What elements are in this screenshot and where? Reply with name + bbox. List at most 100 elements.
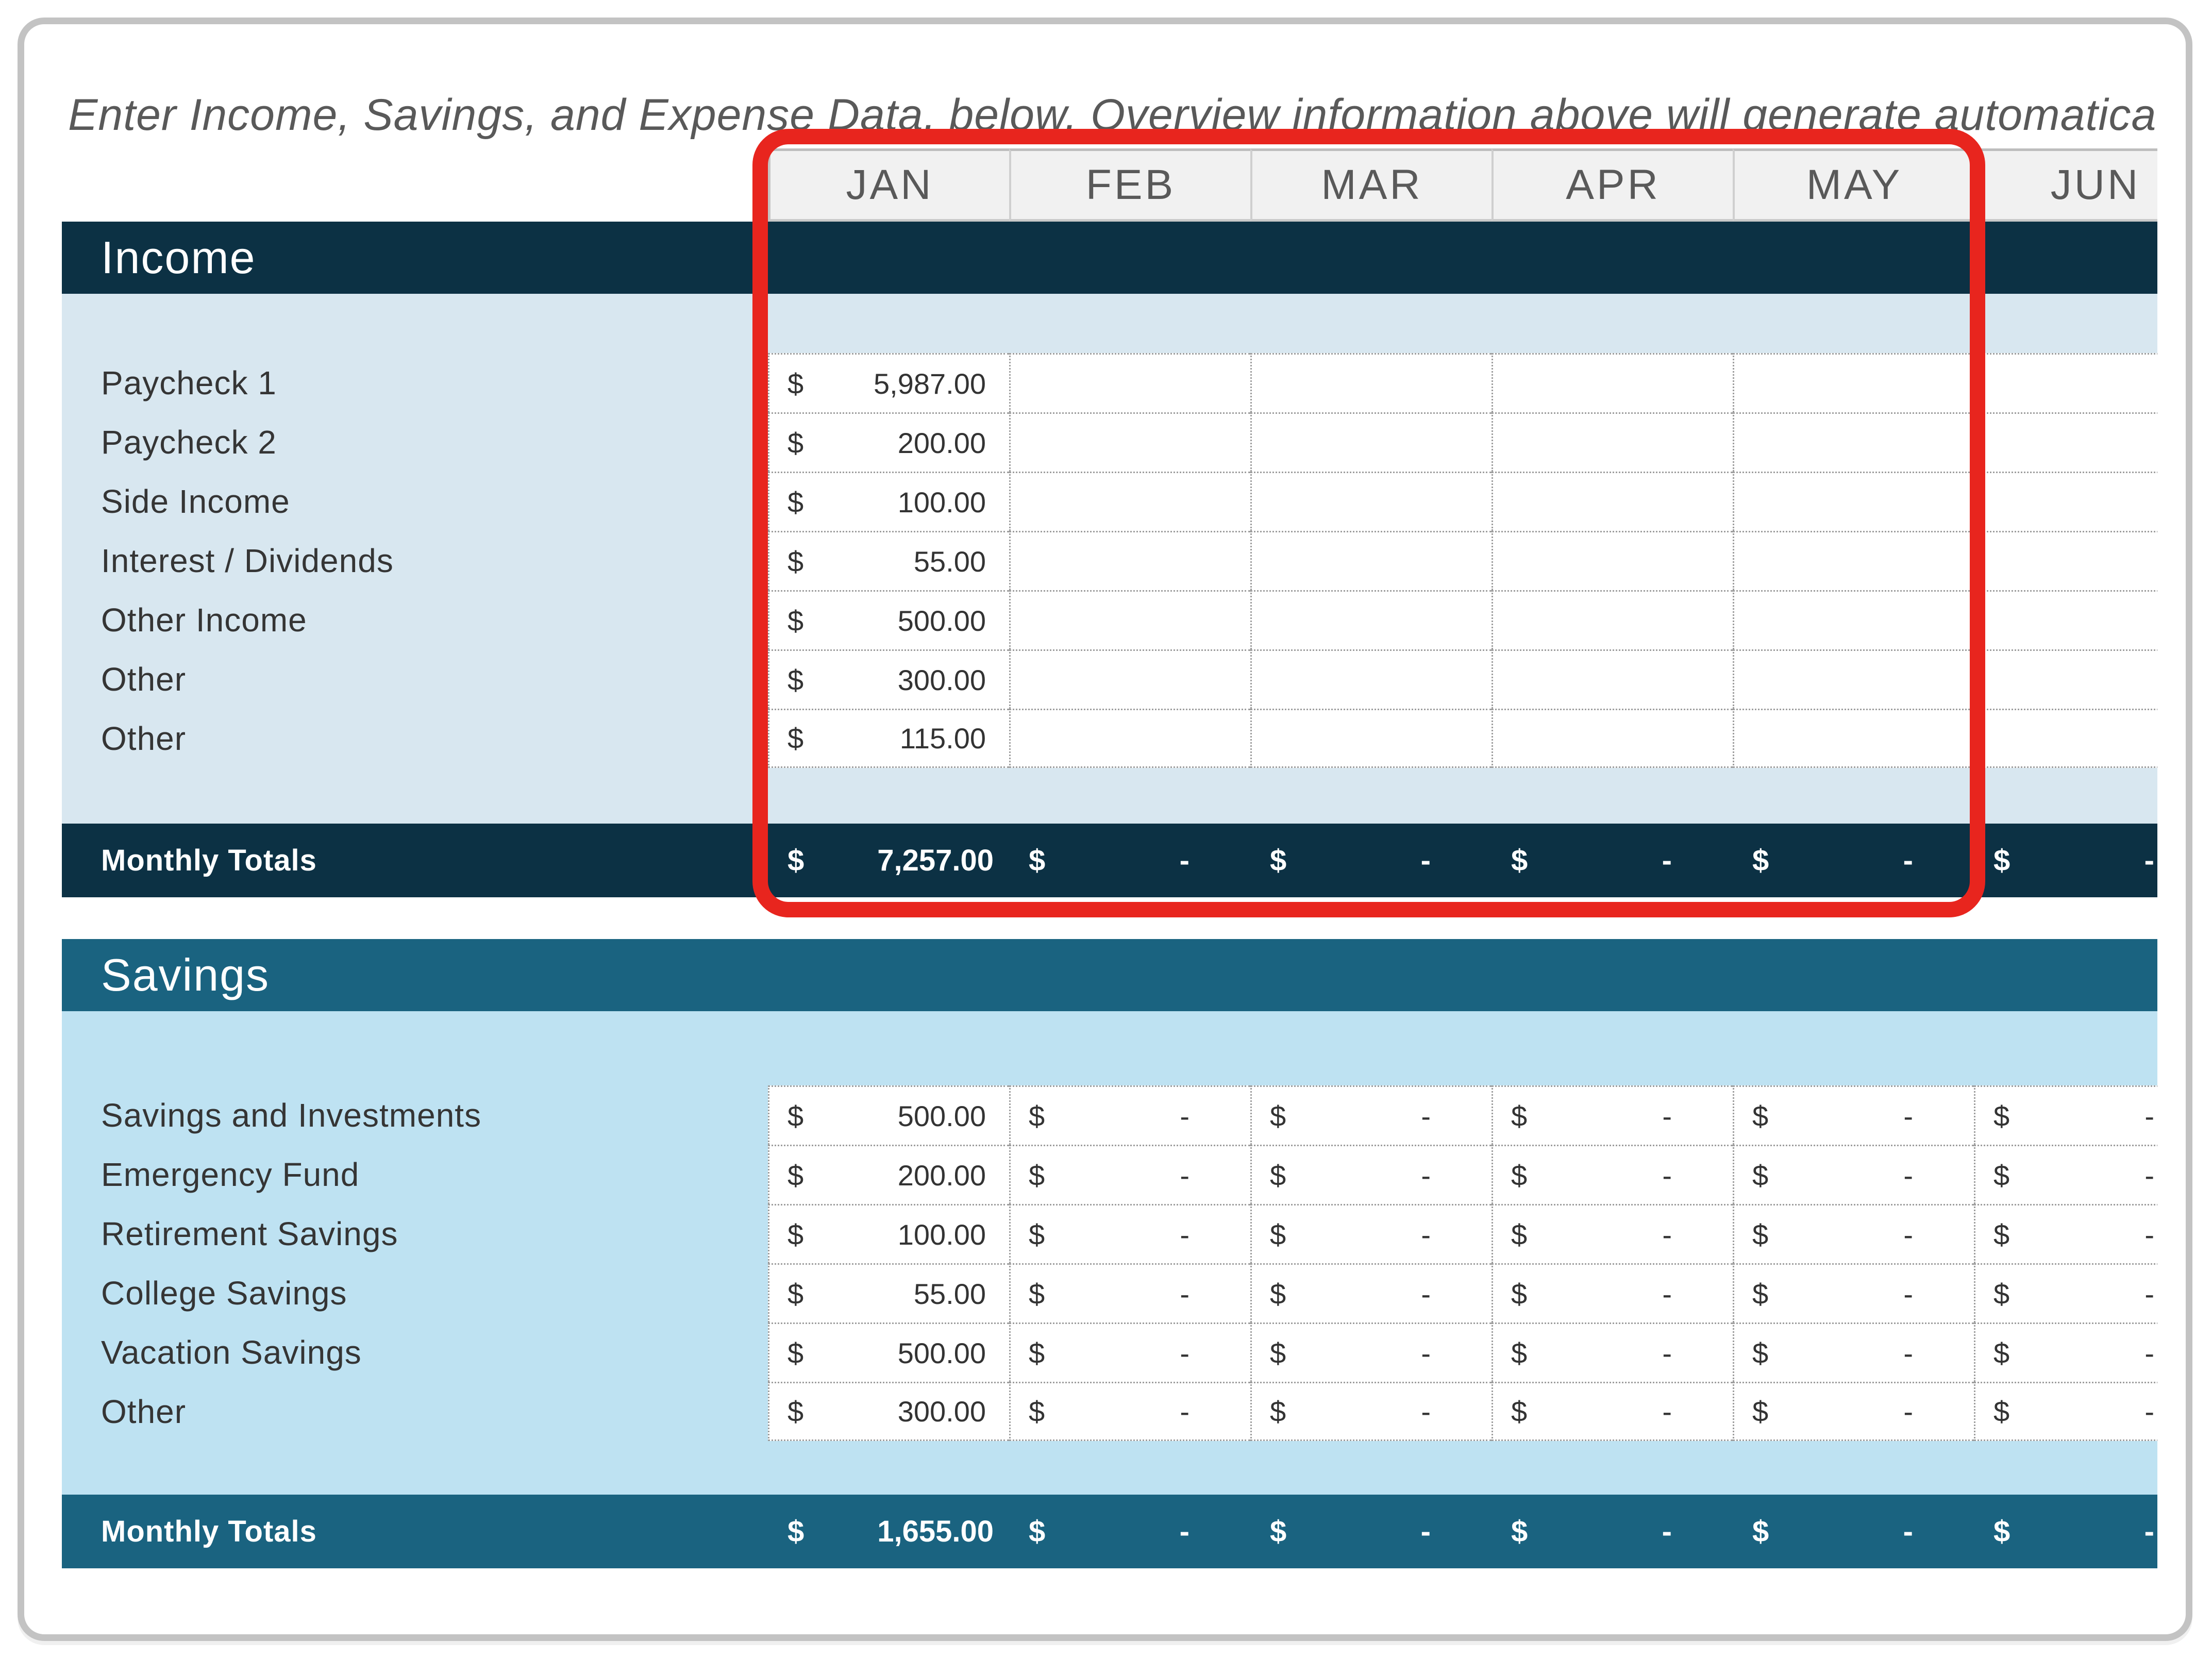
month-header-may[interactable]: MAY	[1733, 148, 1974, 222]
income-row-label[interactable]: Other	[62, 709, 768, 768]
savings-cell-jun[interactable]: $-	[1974, 1322, 2157, 1382]
savings-cell-feb[interactable]: $-	[1009, 1263, 1250, 1322]
month-header-jun[interactable]: JUN	[1974, 148, 2157, 222]
savings-row-label[interactable]: Other	[62, 1382, 768, 1441]
income-cell-mar[interactable]	[1250, 531, 1492, 590]
savings-cell-mar[interactable]: $-	[1250, 1145, 1492, 1204]
savings-cell-jun[interactable]: $-	[1974, 1085, 2157, 1145]
income-cell-apr[interactable]	[1492, 649, 1733, 709]
savings-cell-apr[interactable]: $-	[1492, 1085, 1733, 1145]
savings-row-label[interactable]: Savings and Investments	[62, 1085, 768, 1145]
income-row-label[interactable]: Side Income	[62, 472, 768, 531]
savings-cell-mar[interactable]: $-	[1250, 1085, 1492, 1145]
income-row-label[interactable]: Other Income	[62, 590, 768, 649]
income-total-jun[interactable]: $-	[1974, 843, 2157, 878]
income-cell-may[interactable]	[1733, 353, 1974, 412]
income-cell-feb[interactable]	[1009, 353, 1250, 412]
income-cell-may[interactable]	[1733, 709, 1974, 768]
income-cell-may[interactable]	[1733, 590, 1974, 649]
income-cell-apr[interactable]	[1492, 531, 1733, 590]
income-cell-jun[interactable]	[1974, 590, 2157, 649]
savings-total-feb[interactable]: $-	[1009, 1514, 1250, 1549]
savings-cell-feb[interactable]: $-	[1009, 1382, 1250, 1441]
savings-row-label[interactable]: College Savings	[62, 1263, 768, 1322]
savings-cell-may[interactable]: $-	[1733, 1263, 1974, 1322]
savings-cell-feb[interactable]: $-	[1009, 1204, 1250, 1263]
savings-cell-feb[interactable]: $-	[1009, 1322, 1250, 1382]
savings-cell-may[interactable]: $-	[1733, 1322, 1974, 1382]
savings-cell-may[interactable]: $-	[1733, 1382, 1974, 1441]
income-cell-jun[interactable]	[1974, 472, 2157, 531]
income-total-apr[interactable]: $-	[1492, 843, 1733, 878]
income-cell-jan[interactable]: $200.00	[768, 412, 1009, 472]
savings-row-label[interactable]: Retirement Savings	[62, 1204, 768, 1263]
income-total-jan[interactable]: $7,257.00	[768, 843, 1009, 878]
income-cell-mar[interactable]	[1250, 709, 1492, 768]
month-header-feb[interactable]: FEB	[1009, 148, 1250, 222]
savings-cell-jun[interactable]: $-	[1974, 1145, 2157, 1204]
savings-cell-mar[interactable]: $-	[1250, 1204, 1492, 1263]
income-total-feb[interactable]: $-	[1009, 843, 1250, 878]
income-cell-feb[interactable]	[1009, 412, 1250, 472]
income-cell-jan[interactable]: $55.00	[768, 531, 1009, 590]
income-cell-feb[interactable]	[1009, 472, 1250, 531]
income-cell-jun[interactable]	[1974, 412, 2157, 472]
income-cell-feb[interactable]	[1009, 590, 1250, 649]
savings-cell-jan[interactable]: $200.00	[768, 1145, 1009, 1204]
month-header-apr[interactable]: APR	[1492, 148, 1733, 222]
savings-cell-apr[interactable]: $-	[1492, 1263, 1733, 1322]
savings-cell-jun[interactable]: $-	[1974, 1263, 2157, 1322]
savings-cell-apr[interactable]: $-	[1492, 1204, 1733, 1263]
income-cell-may[interactable]	[1733, 412, 1974, 472]
income-cell-mar[interactable]	[1250, 649, 1492, 709]
savings-cell-apr[interactable]: $-	[1492, 1145, 1733, 1204]
income-cell-mar[interactable]	[1250, 412, 1492, 472]
income-cell-feb[interactable]	[1009, 531, 1250, 590]
income-cell-jun[interactable]	[1974, 649, 2157, 709]
income-cell-jan[interactable]: $500.00	[768, 590, 1009, 649]
savings-total-apr[interactable]: $-	[1492, 1514, 1733, 1549]
savings-total-mar[interactable]: $-	[1250, 1514, 1492, 1549]
savings-cell-may[interactable]: $-	[1733, 1085, 1974, 1145]
income-cell-jan[interactable]: $300.00	[768, 649, 1009, 709]
savings-cell-jan[interactable]: $100.00	[768, 1204, 1009, 1263]
savings-cell-may[interactable]: $-	[1733, 1204, 1974, 1263]
income-row-label[interactable]: Paycheck 2	[62, 412, 768, 472]
savings-cell-jan[interactable]: $55.00	[768, 1263, 1009, 1322]
income-cell-mar[interactable]	[1250, 472, 1492, 531]
savings-cell-mar[interactable]: $-	[1250, 1322, 1492, 1382]
income-cell-jan[interactable]: $100.00	[768, 472, 1009, 531]
savings-total-jun[interactable]: $-	[1974, 1514, 2157, 1549]
income-cell-feb[interactable]	[1009, 649, 1250, 709]
income-cell-jan[interactable]: $5,987.00	[768, 353, 1009, 412]
month-header-jan[interactable]: JAN	[768, 148, 1009, 222]
income-cell-apr[interactable]	[1492, 709, 1733, 768]
income-cell-apr[interactable]	[1492, 353, 1733, 412]
income-cell-apr[interactable]	[1492, 472, 1733, 531]
income-cell-apr[interactable]	[1492, 590, 1733, 649]
income-cell-jun[interactable]	[1974, 531, 2157, 590]
savings-cell-jun[interactable]: $-	[1974, 1382, 2157, 1441]
savings-total-jan[interactable]: $1,655.00	[768, 1514, 1009, 1549]
income-cell-mar[interactable]	[1250, 353, 1492, 412]
income-cell-may[interactable]	[1733, 531, 1974, 590]
savings-cell-apr[interactable]: $-	[1492, 1382, 1733, 1441]
savings-total-may[interactable]: $-	[1733, 1514, 1974, 1549]
income-cell-jan[interactable]: $115.00	[768, 709, 1009, 768]
income-cell-may[interactable]	[1733, 472, 1974, 531]
income-total-mar[interactable]: $-	[1250, 843, 1492, 878]
income-cell-mar[interactable]	[1250, 590, 1492, 649]
income-row-label[interactable]: Other	[62, 649, 768, 709]
savings-cell-jan[interactable]: $500.00	[768, 1322, 1009, 1382]
income-cell-jun[interactable]	[1974, 353, 2157, 412]
savings-cell-mar[interactable]: $-	[1250, 1382, 1492, 1441]
income-cell-feb[interactable]	[1009, 709, 1250, 768]
savings-cell-feb[interactable]: $-	[1009, 1085, 1250, 1145]
savings-row-label[interactable]: Vacation Savings	[62, 1322, 768, 1382]
savings-row-label[interactable]: Emergency Fund	[62, 1145, 768, 1204]
income-row-label[interactable]: Paycheck 1	[62, 353, 768, 412]
savings-cell-apr[interactable]: $-	[1492, 1322, 1733, 1382]
savings-cell-jan[interactable]: $500.00	[768, 1085, 1009, 1145]
savings-cell-mar[interactable]: $-	[1250, 1263, 1492, 1322]
income-total-may[interactable]: $-	[1733, 843, 1974, 878]
